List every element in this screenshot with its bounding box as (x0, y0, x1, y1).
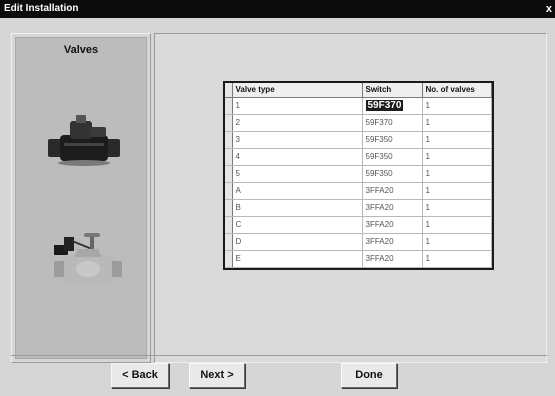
cell-valve-type[interactable]: 4 (232, 148, 363, 166)
valve-grid: Valve type Switch No. of valves 1 59F370… (223, 81, 494, 270)
cell-valve-type[interactable]: D (232, 233, 363, 251)
cell-switch[interactable]: 3FFA20 (362, 250, 423, 268)
cell-switch[interactable]: 59F350 (362, 148, 423, 166)
cell-valve-count[interactable]: 1 (422, 165, 492, 183)
table-row: 3 59F350 1 (225, 131, 492, 149)
cell-valve-type[interactable]: B (232, 199, 363, 217)
valves-title: Valves (63, 44, 99, 56)
main-panel: Valve type Switch No. of valves 1 59F370… (154, 33, 547, 363)
cell-valve-count[interactable]: 1 (422, 250, 492, 268)
cell-valve-type[interactable]: 5 (232, 165, 363, 183)
cell-valve-count[interactable]: 1 (422, 216, 492, 234)
cell-valve-type[interactable]: C (232, 216, 363, 234)
row-header[interactable] (225, 114, 233, 132)
cell-valve-count[interactable]: 1 (422, 131, 492, 149)
cell-switch-selected[interactable]: 59F370 (362, 97, 423, 115)
row-header[interactable] (225, 250, 233, 268)
cell-valve-type[interactable]: A (232, 182, 363, 200)
cell-switch-value: 59F370 (365, 100, 404, 111)
solenoid-valve-image (48, 115, 120, 166)
close-icon[interactable]: x (546, 0, 552, 18)
valves-panel: Valves (11, 33, 151, 363)
cell-valve-type[interactable]: E (232, 250, 363, 268)
cell-valve-type[interactable]: 3 (232, 131, 363, 149)
column-header-valve-type[interactable]: Valve type (232, 83, 363, 98)
row-header-corner (225, 83, 233, 98)
table-header-row: Valve type Switch No. of valves (225, 83, 492, 98)
row-header[interactable] (225, 165, 233, 183)
next-button[interactable]: Next > (189, 363, 245, 388)
cell-valve-count[interactable]: 1 (422, 199, 492, 217)
row-header[interactable] (225, 199, 233, 217)
table-row: 1 59F370 1 (225, 97, 492, 115)
done-button[interactable]: Done (341, 363, 397, 388)
cell-switch[interactable]: 3FFA20 (362, 182, 423, 200)
cell-switch[interactable]: 59F350 (362, 165, 423, 183)
cell-switch[interactable]: 3FFA20 (362, 233, 423, 251)
row-header[interactable] (225, 216, 233, 234)
button-bar: < Back Next > Done (11, 355, 547, 391)
cell-switch[interactable]: 3FFA20 (362, 199, 423, 217)
row-header[interactable] (225, 97, 233, 115)
column-header-switch[interactable]: Switch (362, 83, 423, 98)
dialog-body: Valves Valve type Switch No. of valves 1… (0, 18, 555, 396)
table-row: 5 59F350 1 (225, 165, 492, 183)
table-row: 2 59F370 1 (225, 114, 492, 132)
cell-switch[interactable]: 59F350 (362, 131, 423, 149)
back-button[interactable]: < Back (111, 363, 169, 388)
cell-valve-type[interactable]: 2 (232, 114, 363, 132)
cell-valve-count[interactable]: 1 (422, 233, 492, 251)
globe-valve-image (54, 233, 122, 284)
cell-valve-count[interactable]: 1 (422, 114, 492, 132)
cell-valve-count[interactable]: 1 (422, 97, 492, 115)
table-row: D 3FFA20 1 (225, 233, 492, 251)
table-row: 4 59F350 1 (225, 148, 492, 166)
window-title: Edit Installation (4, 3, 79, 14)
valve-table: Valve type Switch No. of valves 1 59F370… (225, 83, 492, 268)
table-row: E 3FFA20 1 (225, 250, 492, 268)
table-row: C 3FFA20 1 (225, 216, 492, 234)
cell-valve-type[interactable]: 1 (232, 97, 363, 115)
row-header[interactable] (225, 131, 233, 149)
column-header-no-of-valves[interactable]: No. of valves (422, 83, 492, 98)
row-header[interactable] (225, 182, 233, 200)
table-row: B 3FFA20 1 (225, 199, 492, 217)
valves-panel-inner: Valves (15, 37, 147, 359)
row-header[interactable] (225, 148, 233, 166)
cell-valve-count[interactable]: 1 (422, 182, 492, 200)
row-header[interactable] (225, 233, 233, 251)
cell-switch[interactable]: 3FFA20 (362, 216, 423, 234)
title-bar: Edit Installation x (0, 0, 555, 18)
cell-valve-count[interactable]: 1 (422, 148, 492, 166)
table-row: A 3FFA20 1 (225, 182, 492, 200)
cell-switch[interactable]: 59F370 (362, 114, 423, 132)
